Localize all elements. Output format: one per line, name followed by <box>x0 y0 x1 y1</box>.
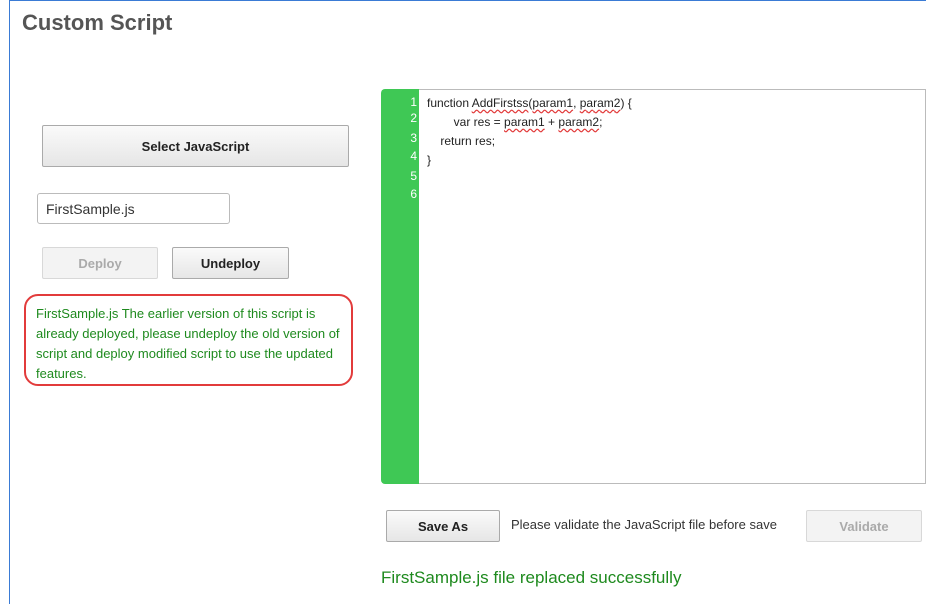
code-token: ; <box>599 115 603 129</box>
code-line-1: function AddFirstss(param1, param2) { <box>427 96 632 111</box>
code-token: var res = <box>427 115 505 129</box>
line-number: 1 <box>410 95 417 109</box>
page-title: Custom Script <box>22 10 173 35</box>
code-editor[interactable]: 1 2 3 4 5 6 function AddFirstss(param1, … <box>381 89 926 484</box>
deploy-warning-message: FirstSample.js The earlier version of th… <box>24 294 353 386</box>
line-number: 5 <box>410 169 417 183</box>
select-javascript-button[interactable]: Select JavaScript <box>42 125 349 167</box>
save-as-button[interactable]: Save As <box>386 510 500 542</box>
code-token: function <box>427 96 472 110</box>
code-token: ) { <box>620 96 632 110</box>
deploy-button[interactable]: Deploy <box>42 247 158 279</box>
success-message: FirstSample.js file replaced successfull… <box>381 568 682 587</box>
code-token: , <box>573 96 580 110</box>
validate-button[interactable]: Validate <box>806 510 922 542</box>
code-token-misspelled: param2 <box>558 115 600 129</box>
code-token: + <box>544 115 559 129</box>
code-token-misspelled: param1 <box>532 96 574 110</box>
line-number: 4 <box>410 149 417 163</box>
code-token: return res; <box>427 134 496 148</box>
line-number: 2 <box>410 111 417 125</box>
code-token-misspelled: param2 <box>579 96 621 110</box>
code-token-misspelled: param1 <box>504 115 545 129</box>
undeploy-button[interactable]: Undeploy <box>172 247 289 279</box>
code-line-3: return res; <box>427 134 495 149</box>
line-number: 3 <box>410 131 417 145</box>
code-line-2: var res = param1 + param2; <box>427 115 603 130</box>
validate-hint: Please validate the JavaScript file befo… <box>511 517 777 532</box>
code-line-4: } <box>427 153 431 168</box>
code-token-misspelled: AddFirstss <box>471 96 529 110</box>
line-number-gutter: 1 2 3 4 5 6 <box>381 89 419 484</box>
code-text-area[interactable]: function AddFirstss(param1, param2) { va… <box>419 89 926 484</box>
code-token: } <box>427 153 432 167</box>
line-number: 6 <box>410 187 417 201</box>
file-name-field[interactable] <box>37 193 230 224</box>
